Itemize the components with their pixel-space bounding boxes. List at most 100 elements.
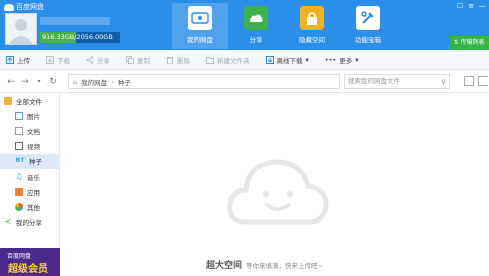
- offline-download-icon: [265, 55, 274, 64]
- upload-icon: [6, 55, 14, 64]
- transfer-list-button[interactable]: ⇅ 传输列表: [449, 36, 489, 50]
- video-icon: [15, 142, 23, 151]
- breadcrumb: ⌂ 我的网盘 › 种子: [68, 74, 340, 89]
- copy-icon: [126, 55, 134, 64]
- nav-toolbox[interactable]: 功能宝箱: [340, 3, 396, 49]
- empty-subtitle: 等你来填满，快来上传吧~: [246, 262, 323, 270]
- download-button[interactable]: 下载: [46, 55, 70, 65]
- sidebar-item-other[interactable]: 其他: [0, 199, 59, 214]
- grid-view-icon[interactable]: [478, 76, 488, 86]
- sidebar-item-label: 其他: [27, 203, 40, 212]
- download-icon: [46, 55, 54, 64]
- image-icon: [15, 111, 23, 120]
- skin-icon[interactable]: ☐: [457, 2, 463, 10]
- delete-label: 删除: [177, 56, 190, 65]
- sidebar-item-label: 音乐: [27, 173, 40, 182]
- forward-arrow-icon[interactable]: →: [18, 77, 32, 87]
- list-view-icon[interactable]: [464, 76, 474, 86]
- other-icon: [15, 202, 23, 211]
- music-icon: ♫: [15, 171, 23, 181]
- dropdown-arrow-icon[interactable]: ▾: [32, 78, 46, 85]
- share-label: 分享: [97, 56, 110, 65]
- toolbox-icon: [356, 6, 380, 30]
- home-icon[interactable]: ⌂: [73, 78, 77, 86]
- main-nav: 我的网盘 分享 隐藏空间 功能宝箱: [172, 3, 396, 49]
- quota-text: 916.33GB/2056.00GB: [42, 33, 113, 41]
- sidebar-item-torrents[interactable]: BT 种子: [0, 153, 59, 169]
- vip-promo-banner[interactable]: 百度网盘 超级会员: [0, 248, 60, 276]
- address-bar: ← → ▾ ↻ ⌂ 我的网盘 › 种子 搜索我的网盘文件 ⚲: [0, 71, 489, 93]
- storage-quota: 916.33GB/2056.00GB: [40, 32, 120, 43]
- promo-line1: 百度网盘: [7, 253, 32, 260]
- sidebar-item-videos[interactable]: 视频: [0, 139, 59, 154]
- username[interactable]: [40, 17, 110, 25]
- copy-label: 复制: [137, 56, 150, 65]
- empty-cloud-icon: [227, 159, 329, 225]
- search-placeholder: 搜索我的网盘文件: [348, 77, 400, 85]
- sidebar-item-label: 视频: [27, 143, 40, 152]
- app-title: 百度网盘: [4, 2, 44, 12]
- more-chevron-down-icon: ▾: [355, 55, 359, 64]
- lock-icon: [300, 6, 324, 30]
- folder-icon: [4, 96, 12, 105]
- nav-my-disk-label: 我的网盘: [187, 36, 213, 44]
- nav-share[interactable]: 分享: [228, 3, 284, 49]
- app-icon: [15, 187, 23, 196]
- new-folder-label: 新建文件夹: [217, 56, 250, 65]
- more-dots-icon: •••: [324, 55, 337, 64]
- sidebar-item-music[interactable]: ♫ 音乐: [0, 169, 59, 184]
- cloud-disk-icon: [188, 6, 212, 30]
- transfer-list-label: 传输列表: [460, 39, 485, 46]
- nav-hidden-space[interactable]: 隐藏空间: [284, 3, 340, 49]
- back-arrow-icon[interactable]: ←: [4, 77, 18, 87]
- search-input[interactable]: 搜索我的网盘文件 ⚲: [344, 74, 450, 89]
- chevron-down-icon: ▾: [305, 55, 309, 64]
- refresh-icon[interactable]: ↻: [46, 77, 60, 87]
- trash-icon: [166, 56, 174, 64]
- sidebar-item-docs[interactable]: 文档: [0, 123, 59, 138]
- share-sidebar-icon: ≺: [4, 217, 12, 227]
- offline-download-button[interactable]: 离线下载 ▾: [265, 55, 309, 65]
- share-button[interactable]: 分享: [86, 55, 110, 65]
- share-small-icon: [86, 55, 94, 64]
- delete-button[interactable]: 删除: [166, 55, 190, 65]
- sidebar-item-label: 全部文件: [16, 97, 42, 106]
- breadcrumb-current: 种子: [117, 78, 131, 87]
- empty-title: 超大空间: [206, 261, 243, 271]
- empty-state-text: 超大空间 等你来填满，快来上传吧~: [206, 258, 323, 271]
- breadcrumb-root[interactable]: 我的网盘: [81, 77, 107, 87]
- sidebar-item-label: 文档: [27, 127, 40, 136]
- more-label: 更多: [339, 56, 353, 65]
- upload-button[interactable]: 上传: [6, 55, 30, 65]
- download-label: 下载: [57, 56, 70, 65]
- nav-hidden-space-label: 隐藏空间: [299, 36, 325, 44]
- sidebar-item-label: 应用: [27, 188, 40, 197]
- search-icon[interactable]: ⚲: [441, 76, 446, 89]
- file-toolbar: 上传 下载 分享 复制 删除 新建文件夹 离线下载 ▾ ••• 更多 ▾: [0, 50, 489, 70]
- copy-button[interactable]: 复制: [126, 55, 150, 65]
- promo-line2: 超级会员: [8, 264, 48, 275]
- avatar[interactable]: [5, 13, 37, 45]
- nav-share-label: 分享: [249, 36, 263, 44]
- sidebar: 全部文件 图片 文档 视频 BT 种子 ♫ 音乐 应用 其他 ≺ 我的分享 百度…: [0, 93, 60, 276]
- sidebar-item-all-files[interactable]: 全部文件: [0, 93, 59, 108]
- breadcrumb-separator-icon: ›: [111, 77, 114, 86]
- minimize-icon[interactable]: —: [479, 2, 486, 10]
- menu-icon[interactable]: ≡: [468, 2, 474, 10]
- sidebar-item-label: 种子: [29, 158, 42, 167]
- bt-icon: BT: [15, 157, 25, 165]
- sidebar-item-label: 图片: [27, 112, 40, 121]
- document-icon: [15, 126, 23, 135]
- new-folder-icon: [206, 56, 214, 64]
- nav-my-disk[interactable]: 我的网盘: [172, 3, 228, 49]
- app-title-text: 百度网盘: [16, 3, 44, 11]
- window-controls: ☐ ≡ —: [457, 2, 486, 10]
- share-icon: [244, 6, 268, 30]
- new-folder-button[interactable]: 新建文件夹: [206, 55, 250, 65]
- sidebar-item-apps[interactable]: 应用: [0, 184, 59, 199]
- top-header: 百度网盘 916.33GB/2056.00GB 我的网盘 分享 隐藏空间 功能宝…: [0, 0, 489, 50]
- upload-label: 上传: [17, 56, 30, 65]
- more-button[interactable]: ••• 更多 ▾: [325, 55, 359, 65]
- sidebar-item-images[interactable]: 图片: [0, 108, 59, 123]
- sidebar-item-my-shares[interactable]: ≺ 我的分享: [0, 215, 59, 230]
